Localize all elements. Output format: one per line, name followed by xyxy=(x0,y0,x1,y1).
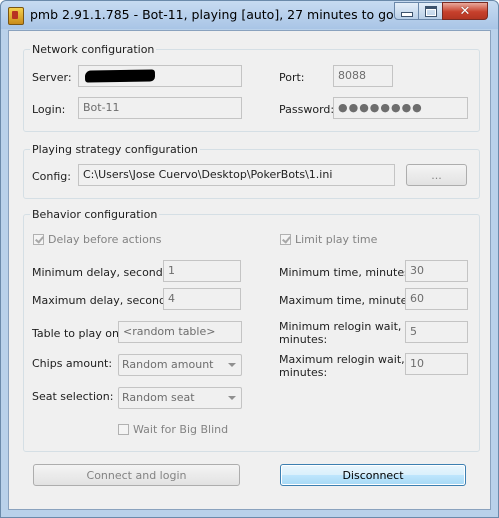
min-time-field[interactable]: 30 xyxy=(405,260,468,282)
minimize-icon xyxy=(400,12,413,17)
password-field[interactable]: ●●●●●●●● xyxy=(333,97,468,119)
max-relogin-label-line1: Maximum relogin wait, xyxy=(279,353,405,366)
big-blind-checkbox-label: Wait for Big Blind xyxy=(133,423,229,436)
password-mask: ●●●●●●●● xyxy=(338,101,423,114)
chevron-down-icon xyxy=(228,396,236,400)
maximize-button[interactable] xyxy=(418,2,443,20)
min-relogin-label-line2: minutes: xyxy=(279,333,328,346)
strategy-config-group: Playing strategy configuration Config: C… xyxy=(23,143,480,199)
chips-amount-dropdown[interactable]: Random amount xyxy=(118,354,242,376)
seat-selection-dropdown[interactable]: Random seat xyxy=(118,387,242,409)
max-relogin-label-line2: minutes: xyxy=(279,366,328,379)
max-time-field[interactable]: 60 xyxy=(405,288,468,310)
delay-checkbox[interactable]: Delay before actions xyxy=(33,233,162,246)
password-label: Password: xyxy=(279,103,335,116)
app-window: pmb 2.91.1.785 - Bot-11, playing [auto],… xyxy=(0,0,499,518)
close-icon: ✕ xyxy=(459,3,471,19)
wait-big-blind-checkbox[interactable]: Wait for Big Blind xyxy=(118,423,228,436)
server-redaction xyxy=(84,69,156,83)
seat-selection-value: Random seat xyxy=(122,391,195,404)
delay-checkbox-label: Delay before actions xyxy=(48,233,162,246)
minimize-button[interactable] xyxy=(394,2,419,20)
max-delay-field[interactable]: 4 xyxy=(163,288,241,310)
limit-checkbox-box[interactable] xyxy=(280,234,291,245)
disconnect-button[interactable]: Disconnect xyxy=(280,464,466,486)
title-bar[interactable]: pmb 2.91.1.785 - Bot-11, playing [auto],… xyxy=(1,1,498,29)
chips-label: Chips amount: xyxy=(32,357,113,370)
browse-button[interactable]: ... xyxy=(406,164,467,186)
server-label: Server: xyxy=(32,71,72,84)
network-config-title: Network configuration xyxy=(30,43,157,56)
table-field[interactable]: <random table> xyxy=(118,321,242,343)
maximize-icon xyxy=(424,5,437,17)
min-delay-field[interactable]: 1 xyxy=(163,260,241,282)
seat-label: Seat selection: xyxy=(32,390,114,403)
close-button[interactable]: ✕ xyxy=(442,2,488,20)
login-label: Login: xyxy=(32,103,66,116)
min-time-label: Minimum time, minutes: xyxy=(279,266,414,279)
port-field[interactable]: 8088 xyxy=(333,65,393,87)
window-title: pmb 2.91.1.785 - Bot-11, playing [auto],… xyxy=(30,7,394,22)
limit-checkbox-label: Limit play time xyxy=(295,233,378,246)
network-config-group: Network configuration Server: Port: 8088… xyxy=(23,43,480,132)
dialog-body: Network configuration Server: Port: 8088… xyxy=(8,30,491,510)
port-label: Port: xyxy=(279,71,305,84)
big-blind-checkbox-box[interactable] xyxy=(118,424,129,435)
limit-play-time-checkbox[interactable]: Limit play time xyxy=(280,233,377,246)
min-delay-label: Minimum delay, seconds: xyxy=(32,266,173,279)
connect-login-button[interactable]: Connect and login xyxy=(33,464,240,486)
login-field[interactable]: Bot-11 xyxy=(78,97,242,119)
max-delay-label: Maximum delay, seconds: xyxy=(32,294,176,307)
app-icon xyxy=(8,7,24,25)
table-label: Table to play on: xyxy=(32,327,123,340)
config-path-field[interactable]: C:\Users\Jose Cuervo\Desktop\PokerBots\1… xyxy=(78,164,395,186)
chips-amount-value: Random amount xyxy=(122,358,214,371)
strategy-config-title: Playing strategy configuration xyxy=(30,143,200,156)
max-time-label: Maximum time, minutes: xyxy=(279,294,417,307)
chevron-down-icon xyxy=(228,363,236,367)
max-relogin-field[interactable]: 10 xyxy=(405,353,468,375)
behavior-config-group: Behavior configuration Delay before acti… xyxy=(23,208,480,452)
behavior-config-title: Behavior configuration xyxy=(30,208,160,221)
config-label: Config: xyxy=(32,170,71,183)
server-field[interactable] xyxy=(78,65,242,87)
min-relogin-label-line1: Minimum relogin wait, xyxy=(279,320,402,333)
delay-checkbox-box[interactable] xyxy=(33,234,44,245)
min-relogin-field[interactable]: 5 xyxy=(405,321,468,343)
